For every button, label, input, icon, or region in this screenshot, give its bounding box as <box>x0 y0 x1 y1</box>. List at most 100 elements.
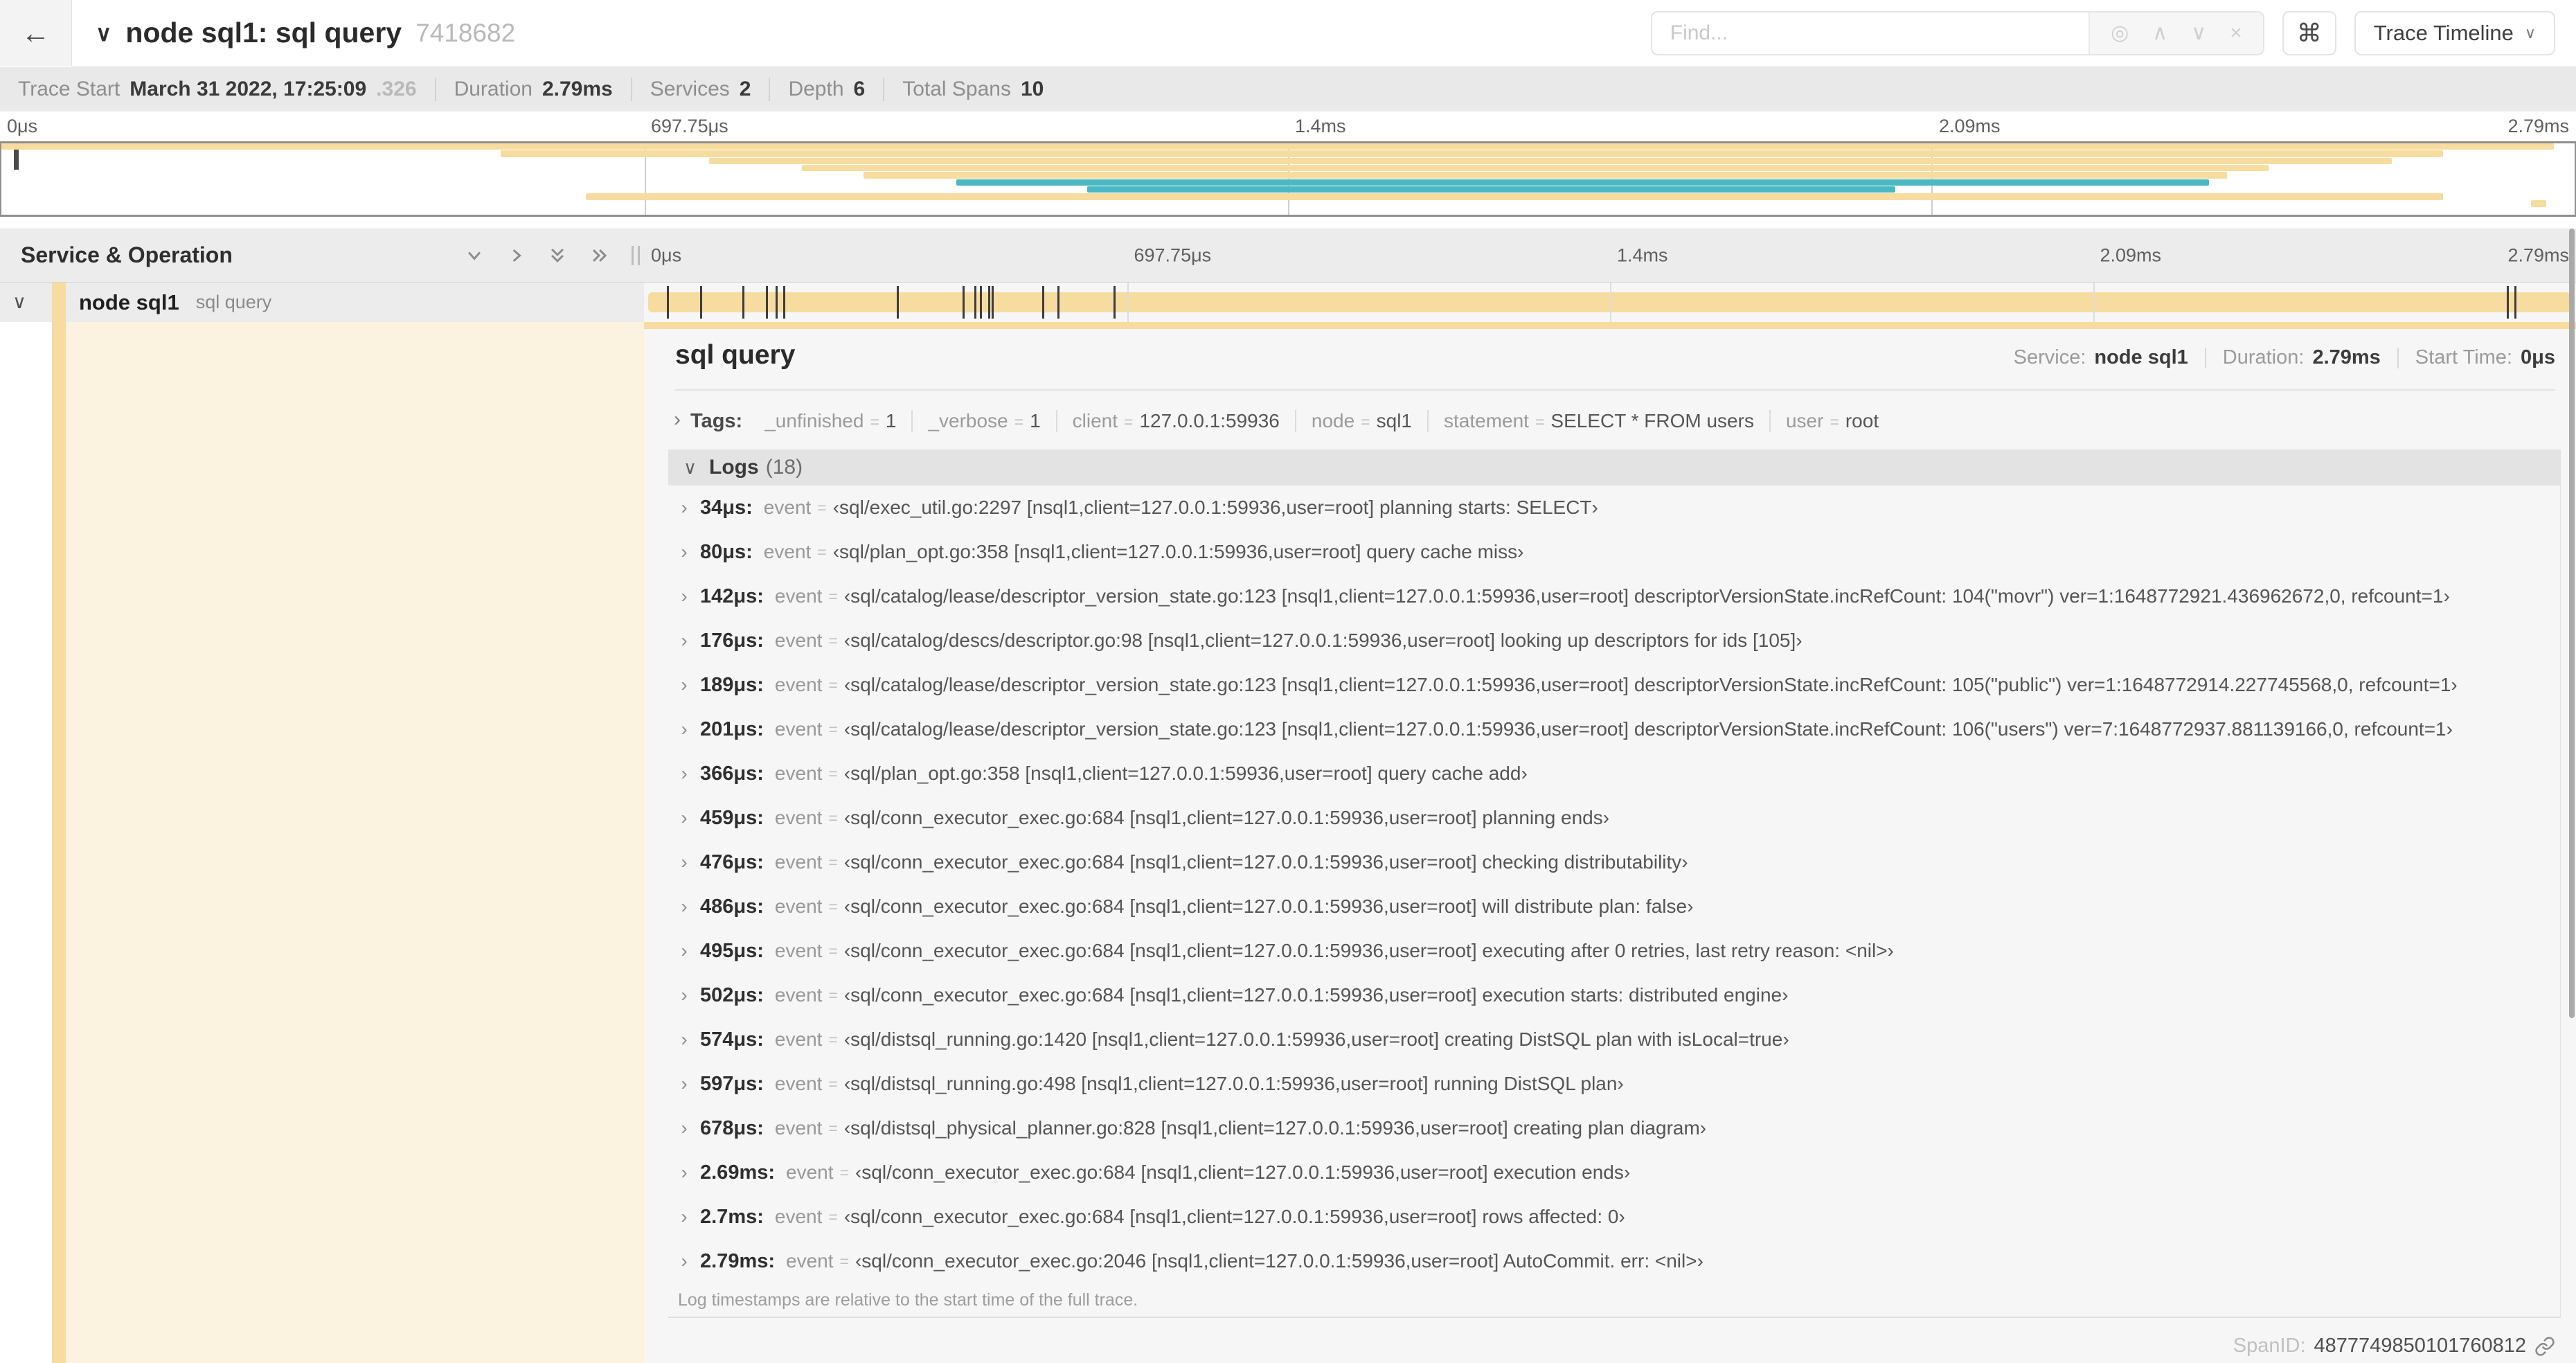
collapse-controls <box>463 244 611 267</box>
trace-title-group[interactable]: ∨ node sql1: sql query 7418682 <box>96 17 1651 49</box>
log-row[interactable]: › 2.69ms: event = ‹sql/conn_executor_exec.go… <box>668 1150 2560 1195</box>
trace-summary-bar: Trace Start March 31 2022, 17:25:09.326 … <box>0 67 2576 112</box>
scrollbar-thumb[interactable] <box>2569 229 2575 1018</box>
log-row[interactable]: › 2.79ms: event = ‹sql/conn_executor_exec.go… <box>668 1239 2560 1283</box>
log-timestamp: 476μs: <box>700 850 764 873</box>
trace-start-label: Trace Start <box>18 78 120 100</box>
chevron-right-icon: › <box>681 984 688 1006</box>
depth-label: Depth <box>788 78 844 100</box>
tag-item[interactable]: node = sql1 <box>1296 410 1429 432</box>
equals-sign: = <box>828 1074 838 1093</box>
logs-header[interactable]: ∨ Logs (18) <box>668 449 2560 485</box>
tag-key: node <box>1311 410 1355 431</box>
equals-sign: = <box>817 542 827 561</box>
span-operation-name: sql query <box>195 292 272 312</box>
log-event-value: ‹sql/conn_executor_exec.go:684 [nsql1,cl… <box>843 1206 1625 1227</box>
equals-sign: = <box>828 720 838 738</box>
collapse-all-icon[interactable] <box>546 244 569 267</box>
log-row[interactable]: › 678μs: event = ‹sql/distsql_physical_plann… <box>668 1106 2560 1150</box>
log-row[interactable]: › 176μs: event = ‹sql/catalog/descs/descript… <box>668 618 2560 663</box>
equals-sign: = <box>1830 413 1839 431</box>
log-row[interactable]: › 597μs: event = ‹sql/distsql_running.go:498… <box>668 1062 2560 1106</box>
services-label: Services <box>650 78 730 100</box>
tag-value: SELECT * FROM users <box>1550 410 1754 431</box>
log-event-value: ‹sql/distsql_running.go:1420 [nsql1,clie… <box>843 1028 1789 1050</box>
chevron-down-icon: ∨ <box>2524 24 2536 42</box>
log-row[interactable]: › 142μs: event = ‹sql/catalog/lease/descript… <box>668 574 2560 618</box>
equals-sign: = <box>1014 413 1024 431</box>
total-spans-group: Total Spans 10 <box>902 78 1044 101</box>
expand-one-icon[interactable] <box>504 244 528 267</box>
log-event-key: event <box>774 940 823 961</box>
log-event-value: ‹sql/distsql_running.go:498 [nsql1,clien… <box>843 1073 1624 1094</box>
tag-item[interactable]: user = root <box>1771 410 1894 432</box>
log-event-value: ‹sql/conn_executor_exec.go:684 [nsql1,cl… <box>843 851 1688 873</box>
divider <box>769 78 771 101</box>
timeline-tick-label: 697.75μs <box>1134 244 1212 265</box>
log-row[interactable]: › 459μs: event = ‹sql/conn_executor_exec.go:… <box>668 796 2560 840</box>
log-row[interactable]: › 486μs: event = ‹sql/conn_executor_exec.go:… <box>668 884 2560 929</box>
minimap-span-bar <box>585 193 2444 200</box>
log-event-key: event <box>786 1161 834 1183</box>
span-collapse-icon[interactable]: ∨ <box>0 292 39 313</box>
equals-sign: = <box>828 1207 838 1226</box>
log-event-key: event <box>774 763 823 784</box>
log-row[interactable]: › 476μs: event = ‹sql/conn_executor_exec.go:… <box>668 840 2560 884</box>
command-icon: ⌘ <box>2296 18 2322 47</box>
span-duration-bar[interactable] <box>648 292 2570 312</box>
divider <box>675 389 2555 391</box>
keyboard-shortcuts-button[interactable]: ⌘ <box>2282 10 2336 55</box>
span-name-cell[interactable]: ∨ node sql1 sql query <box>0 283 644 322</box>
find-next-icon[interactable]: ∨ <box>2191 22 2206 44</box>
log-event-key: event <box>786 1250 834 1272</box>
tag-value: sql1 <box>1376 410 1412 431</box>
chevron-right-icon: › <box>681 585 688 607</box>
log-event-value: ‹sql/conn_executor_exec.go:684 [nsql1,cl… <box>843 940 1894 961</box>
span-bar-cell[interactable] <box>644 283 2576 322</box>
log-row[interactable]: › 201μs: event = ‹sql/catalog/lease/descript… <box>668 707 2560 751</box>
service-value: node sql1 <box>2094 346 2188 368</box>
log-timestamp: 34μs: <box>700 496 753 519</box>
chevron-right-icon: › <box>681 1250 688 1272</box>
log-row[interactable]: › 574μs: event = ‹sql/distsql_running.go:142… <box>668 1017 2560 1062</box>
back-button[interactable]: ← <box>0 0 72 66</box>
view-select-button[interactable]: Trace Timeline ∨ <box>2354 10 2555 55</box>
span-row: ∨ node sql1 sql query <box>0 283 2576 322</box>
log-row[interactable]: › 495μs: event = ‹sql/conn_executor_exec.go:… <box>668 929 2560 973</box>
equals-sign: = <box>839 1251 849 1270</box>
tag-item[interactable]: client = 127.0.0.1:59936 <box>1057 410 1296 432</box>
expand-all-icon[interactable] <box>587 244 611 267</box>
tag-item[interactable]: statement = SELECT * FROM users <box>1429 410 1771 432</box>
log-timestamp: 459μs: <box>700 806 764 829</box>
log-row[interactable]: › 80μs: event = ‹sql/plan_opt.go:358 [nsql1,… <box>668 530 2560 574</box>
log-event-key: event <box>774 718 823 740</box>
title-collapse-icon[interactable]: ∨ <box>96 20 111 46</box>
tags-row[interactable]: › Tags: _unfinished = 1 _verbose = 1 client = 12… <box>668 400 2555 443</box>
log-row[interactable]: › 2.7ms: event = ‹sql/conn_executor_exec.go:… <box>668 1195 2560 1239</box>
equals-sign: = <box>828 1119 838 1137</box>
minimap-tick-label: 697.75μs <box>651 116 728 136</box>
find-prev-icon[interactable]: ∧ <box>2152 22 2167 44</box>
divider <box>434 78 436 101</box>
chevron-right-icon: › <box>674 408 681 431</box>
log-row[interactable]: › 502μs: event = ‹sql/conn_executor_exec.go:… <box>668 973 2560 1017</box>
collapse-one-icon[interactable] <box>463 244 486 267</box>
chevron-right-icon: › <box>681 718 688 740</box>
log-row[interactable]: › 189μs: event = ‹sql/catalog/lease/descript… <box>668 663 2560 707</box>
tag-item[interactable]: _verbose = 1 <box>913 410 1057 432</box>
find-input[interactable] <box>1652 12 2089 54</box>
link-icon[interactable] <box>2534 1336 2555 1357</box>
log-marker <box>963 286 965 319</box>
tag-item[interactable]: _unfinished = 1 <box>749 410 913 432</box>
log-timestamp: 201μs: <box>700 718 764 740</box>
log-row[interactable]: › 366μs: event = ‹sql/plan_opt.go:358 [nsql1… <box>668 751 2560 796</box>
log-row[interactable]: › 34μs: event = ‹sql/exec_util.go:2297 [nsql… <box>668 485 2560 530</box>
column-resizer-grip[interactable] <box>632 245 640 265</box>
focus-target-icon[interactable]: ◎ <box>2111 22 2129 44</box>
minimap-tick-labels: 0μs 697.75μs 1.4ms 2.09ms 2.79ms <box>0 112 2576 141</box>
log-event-key: event <box>774 1117 823 1139</box>
minimap-canvas[interactable] <box>0 141 2576 217</box>
minimap-span-bar <box>956 179 2210 186</box>
find-clear-icon[interactable]: × <box>2230 22 2242 44</box>
log-event-key: event <box>774 1206 823 1227</box>
